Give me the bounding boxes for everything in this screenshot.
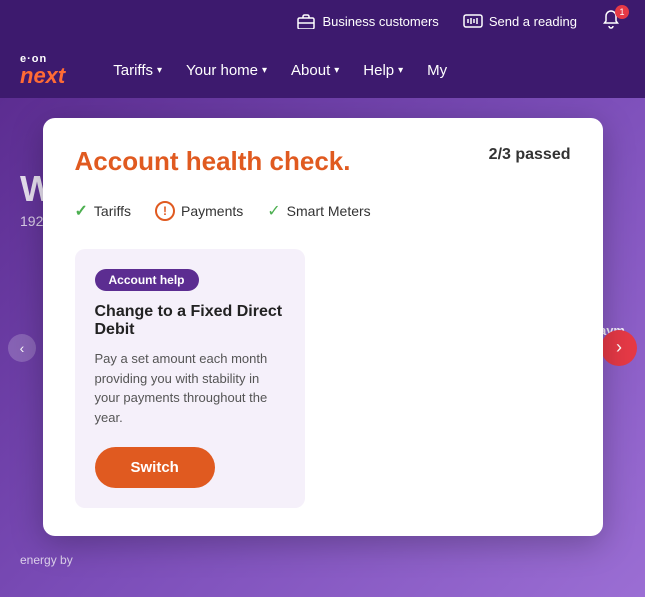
status-tariffs: ✓ Tariffs	[75, 201, 132, 221]
payments-warning-icon: !	[155, 201, 175, 221]
notification-icon[interactable]: 1	[601, 9, 625, 33]
help-card-desc: Pay a set amount each month providing yo…	[95, 349, 285, 427]
help-chevron: ▾	[398, 65, 403, 76]
send-reading-link[interactable]: Send a reading	[463, 11, 577, 31]
top-bar: Business customers Send a reading 1	[0, 0, 645, 42]
meter-icon	[463, 11, 483, 31]
status-items: ✓ Tariffs ! Payments ✓ Smart Meters	[75, 201, 571, 221]
health-check-title: Account health check.	[75, 146, 351, 177]
payments-status-label: Payments	[181, 203, 243, 219]
account-help-badge: Account help	[95, 269, 199, 291]
logo[interactable]: e·on next	[20, 54, 65, 87]
status-payments: ! Payments	[155, 201, 243, 221]
nav-help[interactable]: Help ▾	[363, 62, 403, 79]
health-check-card: Account health check. 2/3 passed ✓ Tarif…	[43, 118, 603, 536]
briefcase-icon	[296, 11, 316, 31]
tariffs-label: Tariffs	[113, 62, 153, 79]
help-card-title: Change to a Fixed Direct Debit	[95, 303, 285, 339]
smart-meters-check-icon: ✓	[267, 201, 280, 221]
help-card: Account help Change to a Fixed Direct De…	[75, 249, 305, 508]
modal-overlay: Account health check. 2/3 passed ✓ Tarif…	[0, 98, 645, 597]
your-home-label: Your home	[186, 62, 258, 79]
tariffs-chevron: ▾	[157, 65, 162, 76]
switch-button[interactable]: Switch	[95, 447, 215, 488]
nav-items: Tariffs ▾ Your home ▾ About ▾ Help ▾ My	[113, 62, 447, 79]
send-reading-label: Send a reading	[489, 14, 577, 29]
logo-next: next	[20, 65, 65, 87]
notification-badge: 1	[615, 5, 629, 19]
status-smart-meters: ✓ Smart Meters	[267, 201, 370, 221]
nav-my[interactable]: My	[427, 62, 447, 79]
health-header: Account health check. 2/3 passed	[75, 146, 571, 177]
my-label: My	[427, 62, 447, 79]
business-customers-label: Business customers	[322, 14, 438, 29]
business-customers-link[interactable]: Business customers	[296, 11, 438, 31]
background-content: Wo 192 G t paym paymement iss afterissue…	[0, 98, 645, 597]
about-chevron: ▾	[334, 65, 339, 76]
your-home-chevron: ▾	[262, 65, 267, 76]
health-check-score: 2/3 passed	[489, 146, 571, 164]
nav-about[interactable]: About ▾	[291, 62, 339, 79]
tariffs-check-icon: ✓	[75, 201, 88, 221]
smart-meters-status-label: Smart Meters	[287, 203, 371, 219]
nav-your-home[interactable]: Your home ▾	[186, 62, 267, 79]
help-label: Help	[363, 62, 394, 79]
nav-bar: e·on next Tariffs ▾ Your home ▾ About ▾ …	[0, 42, 645, 98]
nav-tariffs[interactable]: Tariffs ▾	[113, 62, 162, 79]
about-label: About	[291, 62, 330, 79]
tariffs-status-label: Tariffs	[94, 203, 131, 219]
